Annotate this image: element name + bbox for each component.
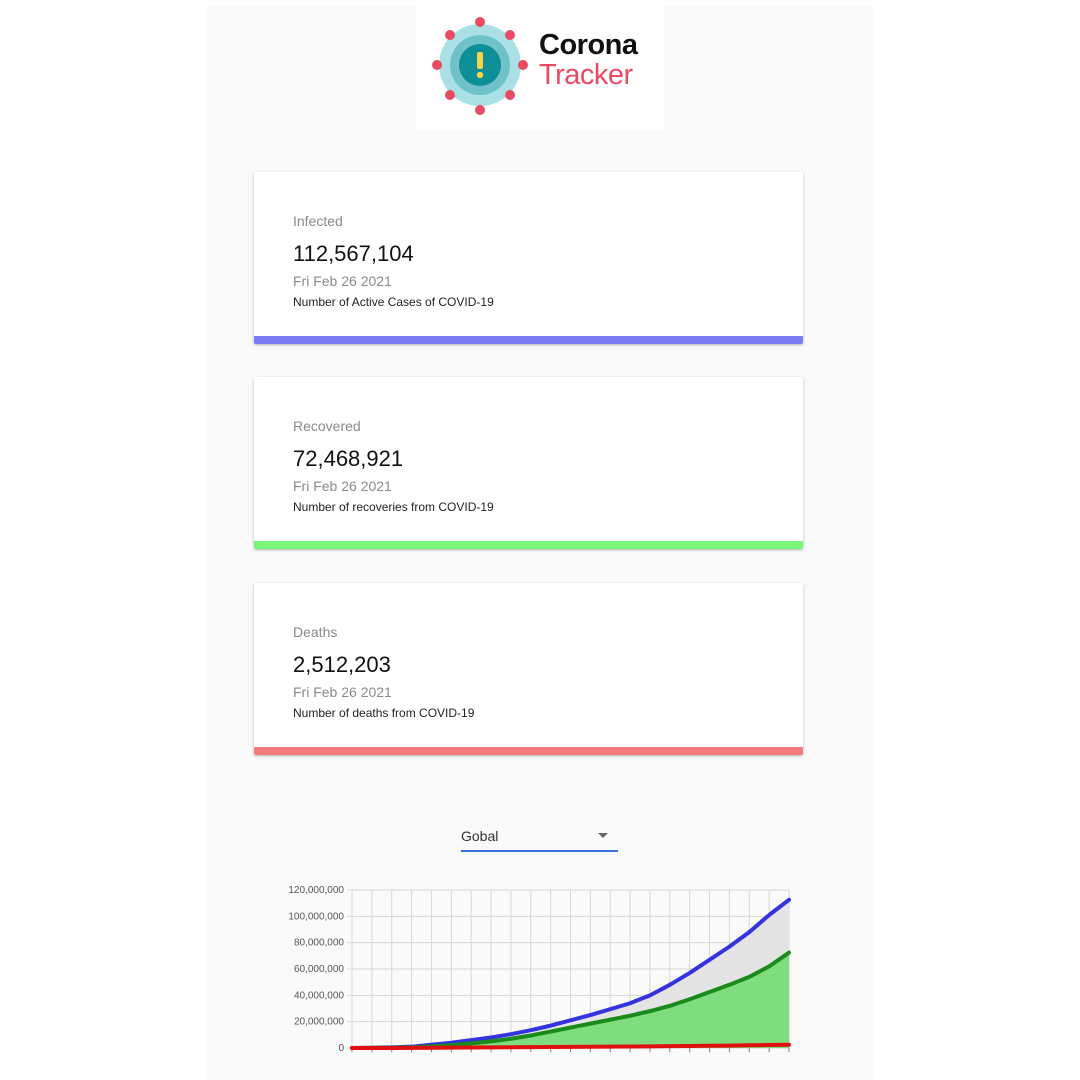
card-description: Number of Active Cases of COVID-19 [293, 295, 494, 309]
page-container: Corona Tracker Infected 112,567,104 Fri … [207, 6, 873, 1080]
card-label: Deaths [293, 624, 338, 640]
logo-word-corona: Corona [539, 29, 638, 61]
card-value: 72,468,921 [293, 446, 404, 471]
selector-value: Gobal [461, 828, 499, 844]
card-description: Number of deaths from COVID-19 [293, 706, 475, 720]
country-selector[interactable]: Gobal [461, 822, 618, 852]
card-accent-bar [254, 336, 803, 344]
cases-chart: 0 20,000,000 40,000,000 60,000,000 80,000,00… [288, 885, 791, 1054]
infected-card: Infected 112,567,104 Fri Feb 26 2021 Num… [254, 172, 803, 344]
card-date: Fri Feb 26 2021 [293, 273, 392, 289]
card-description: Number of recoveries from COVID-19 [293, 500, 494, 514]
card-value: 2,512,203 [293, 652, 391, 677]
dropdown-arrow-icon [598, 833, 608, 838]
virus-icon [432, 17, 528, 115]
card-accent-bar [254, 541, 803, 549]
card-label: Recovered [293, 418, 361, 434]
y-tick-label: 100,000,000 [288, 911, 344, 922]
card-accent-bar [254, 747, 803, 755]
deaths-card: Deaths 2,512,203 Fri Feb 26 2021 Number … [254, 583, 803, 755]
logo-text: Corona Tracker [539, 30, 638, 90]
y-tick-label: 0 [338, 1043, 344, 1054]
logo-word-tracker: Tracker [539, 59, 633, 91]
card-label: Infected [293, 213, 343, 229]
y-tick-label: 80,000,000 [294, 938, 344, 949]
card-date: Fri Feb 26 2021 [293, 684, 392, 700]
card-value: 112,567,104 [293, 241, 414, 266]
app-logo[interactable]: Corona Tracker [416, 6, 664, 130]
y-tick-label: 20,000,000 [294, 1017, 344, 1028]
card-date: Fri Feb 26 2021 [293, 478, 392, 494]
y-tick-label: 60,000,000 [294, 964, 344, 975]
y-tick-label: 120,000,000 [288, 885, 344, 896]
recovered-card: Recovered 72,468,921 Fri Feb 26 2021 Num… [254, 377, 803, 549]
y-tick-label: 40,000,000 [294, 990, 344, 1001]
